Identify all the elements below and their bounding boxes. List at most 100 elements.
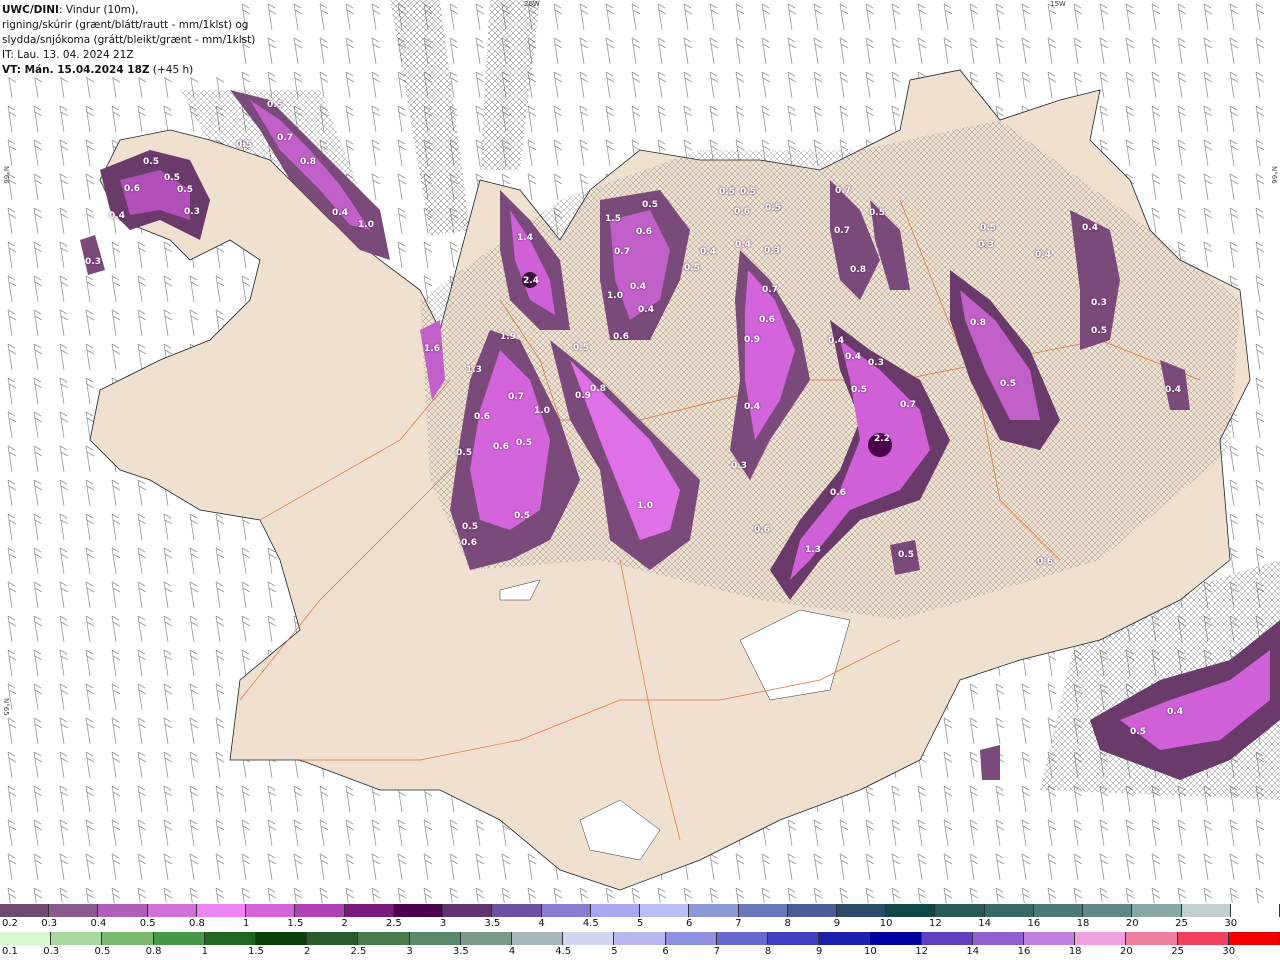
legend-swatch bbox=[1083, 904, 1133, 917]
precip-value-label: 0.6 bbox=[613, 332, 629, 342]
legend-label: 1.5 bbox=[287, 918, 304, 929]
legend-label: 30 bbox=[1224, 918, 1238, 929]
legend-label: 3 bbox=[406, 946, 413, 957]
legend-swatch bbox=[98, 904, 148, 917]
legend-label: 25 bbox=[1175, 918, 1188, 929]
legend-label: 20 bbox=[1125, 918, 1139, 929]
precip-value-label: 0.5 bbox=[740, 187, 756, 197]
legend-swatch bbox=[1126, 932, 1178, 945]
precip-value-label: 0.4 bbox=[744, 402, 760, 412]
header-line1: : Vindur (10m), bbox=[58, 4, 139, 16]
precip-value-label: 1.3 bbox=[805, 545, 821, 555]
legend-label: 20 bbox=[1120, 946, 1133, 957]
precip-value-label: 1.0 bbox=[637, 501, 653, 511]
legend-swatch bbox=[0, 932, 52, 945]
legend-label: 25 bbox=[1171, 946, 1184, 957]
coord-label-66n-left: N°66 bbox=[2, 166, 10, 184]
precip-value-label: 0.9 bbox=[744, 335, 760, 345]
weather-map bbox=[0, 0, 1280, 903]
precip-value-label: 0.7 bbox=[834, 226, 850, 236]
precip-value-label: 0.3 bbox=[868, 358, 884, 368]
legend-swatch bbox=[689, 904, 739, 917]
legend-label: 0.8 bbox=[145, 946, 162, 957]
precip-value-label: 0.5 bbox=[1091, 326, 1107, 336]
precip-value-label: 0.5 bbox=[143, 157, 159, 167]
legend-label: 10 bbox=[864, 946, 877, 957]
legend-label: 12 bbox=[929, 918, 942, 929]
precip-value-label: 1.0 bbox=[607, 291, 623, 301]
legend-swatch bbox=[204, 932, 257, 945]
legend-label: 9 bbox=[816, 946, 823, 957]
legend-label: 1 bbox=[201, 946, 208, 957]
legend-label: 6 bbox=[662, 946, 669, 957]
precip-value-label: 0.5 bbox=[851, 385, 867, 395]
legend-swatch bbox=[1228, 932, 1280, 945]
legend-label: 5 bbox=[636, 918, 644, 929]
legend-swatch bbox=[51, 932, 103, 945]
legend-swatch bbox=[246, 904, 296, 917]
precip-value-label: 0.3 bbox=[1091, 298, 1107, 308]
precip-value-label: 0.6 bbox=[830, 488, 846, 498]
precip-value-label: 0.8 bbox=[590, 384, 606, 394]
precip-value-label: 0.4 bbox=[109, 211, 125, 221]
header-line3: slydda/snjókoma (grátt/bleikt/grænt - mm… bbox=[2, 34, 256, 46]
legend-label: 0.5 bbox=[139, 918, 156, 929]
precip-value-label: 0.7 bbox=[508, 392, 524, 402]
legend-rain-labels: 0.1 0.3 0.5 0.8 1 1.5 2 2.5 3 3.5 4 4.5 5 6 7 8 9 10 12 14 1… bbox=[0, 946, 1280, 958]
legend-label: 8 bbox=[784, 918, 791, 929]
legend-label: 0.5 bbox=[94, 946, 111, 957]
legend-label: 3.5 bbox=[484, 918, 501, 929]
legend-swatch bbox=[1033, 904, 1084, 917]
precip-value-label: 0.4 bbox=[1167, 707, 1183, 717]
legend-label: 2 bbox=[304, 946, 311, 957]
legend-label: 0.3 bbox=[41, 918, 58, 929]
precip-value-label: 0.5 bbox=[765, 203, 781, 213]
precip-value-label: 0.6 bbox=[759, 315, 775, 325]
legend-label: 3 bbox=[439, 918, 447, 929]
legend-label: 4 bbox=[538, 918, 545, 929]
precip-value-label: 0.4 bbox=[735, 240, 751, 250]
legend-label: 1 bbox=[242, 918, 250, 929]
forecast-hour: (+45 h) bbox=[149, 64, 194, 76]
legend-label: 0.2 bbox=[2, 918, 18, 929]
legend-swatch bbox=[563, 932, 615, 945]
precip-value-label: 0.5 bbox=[719, 187, 735, 197]
precip-value-label: 0.7 bbox=[900, 400, 916, 410]
precip-value-label: 0.3 bbox=[978, 240, 994, 250]
precip-value-label: 0.7 bbox=[614, 247, 630, 257]
legend-swatch bbox=[541, 904, 591, 917]
legend-swatch bbox=[787, 904, 837, 917]
legend-swatch bbox=[344, 904, 394, 917]
legend-swatch bbox=[836, 904, 887, 917]
legend-swatch bbox=[1181, 904, 1231, 917]
precip-value-label: 1.0 bbox=[534, 406, 550, 416]
legend-label: 0.3 bbox=[43, 946, 60, 957]
precip-value-label: 0.6 bbox=[1037, 557, 1053, 567]
precip-value-label: 0.6 bbox=[734, 207, 750, 217]
legend-swatch bbox=[512, 932, 564, 945]
precip-value-label: 0.6 bbox=[474, 412, 490, 422]
legend-label: 6 bbox=[686, 918, 693, 929]
map-header: UWC/DINI: Vindur (10m), rigning/skúrir (… bbox=[0, 0, 256, 77]
precip-value-label: 0.5 bbox=[642, 200, 658, 210]
legend-label: 0.4 bbox=[90, 918, 107, 929]
legend-label: 4.5 bbox=[555, 946, 572, 957]
legend-label: 2.5 bbox=[385, 918, 402, 929]
legend-label: 10 bbox=[879, 918, 893, 929]
precip-value-label: 0.3 bbox=[731, 461, 747, 471]
legend-label: 4 bbox=[508, 946, 516, 957]
precip-value-label: 0.5 bbox=[980, 223, 996, 233]
precip-value-label: 0.7 bbox=[277, 133, 293, 143]
legend-swatch bbox=[1075, 932, 1127, 945]
valid-time: VT: Mán. 15.04.2024 18Z bbox=[2, 64, 150, 76]
legend-swatch bbox=[492, 904, 542, 917]
legend-label: 0.8 bbox=[188, 918, 205, 929]
legend-label: 1.5 bbox=[248, 946, 264, 957]
legend-label: 8 bbox=[764, 946, 772, 957]
legend-swatch bbox=[819, 932, 871, 945]
legend-swatch bbox=[870, 932, 922, 945]
legend-swatch bbox=[1230, 904, 1280, 917]
precip-value-label: 0.4 bbox=[828, 336, 844, 346]
legend-swatch bbox=[295, 904, 345, 917]
legend-swatch bbox=[984, 904, 1034, 917]
